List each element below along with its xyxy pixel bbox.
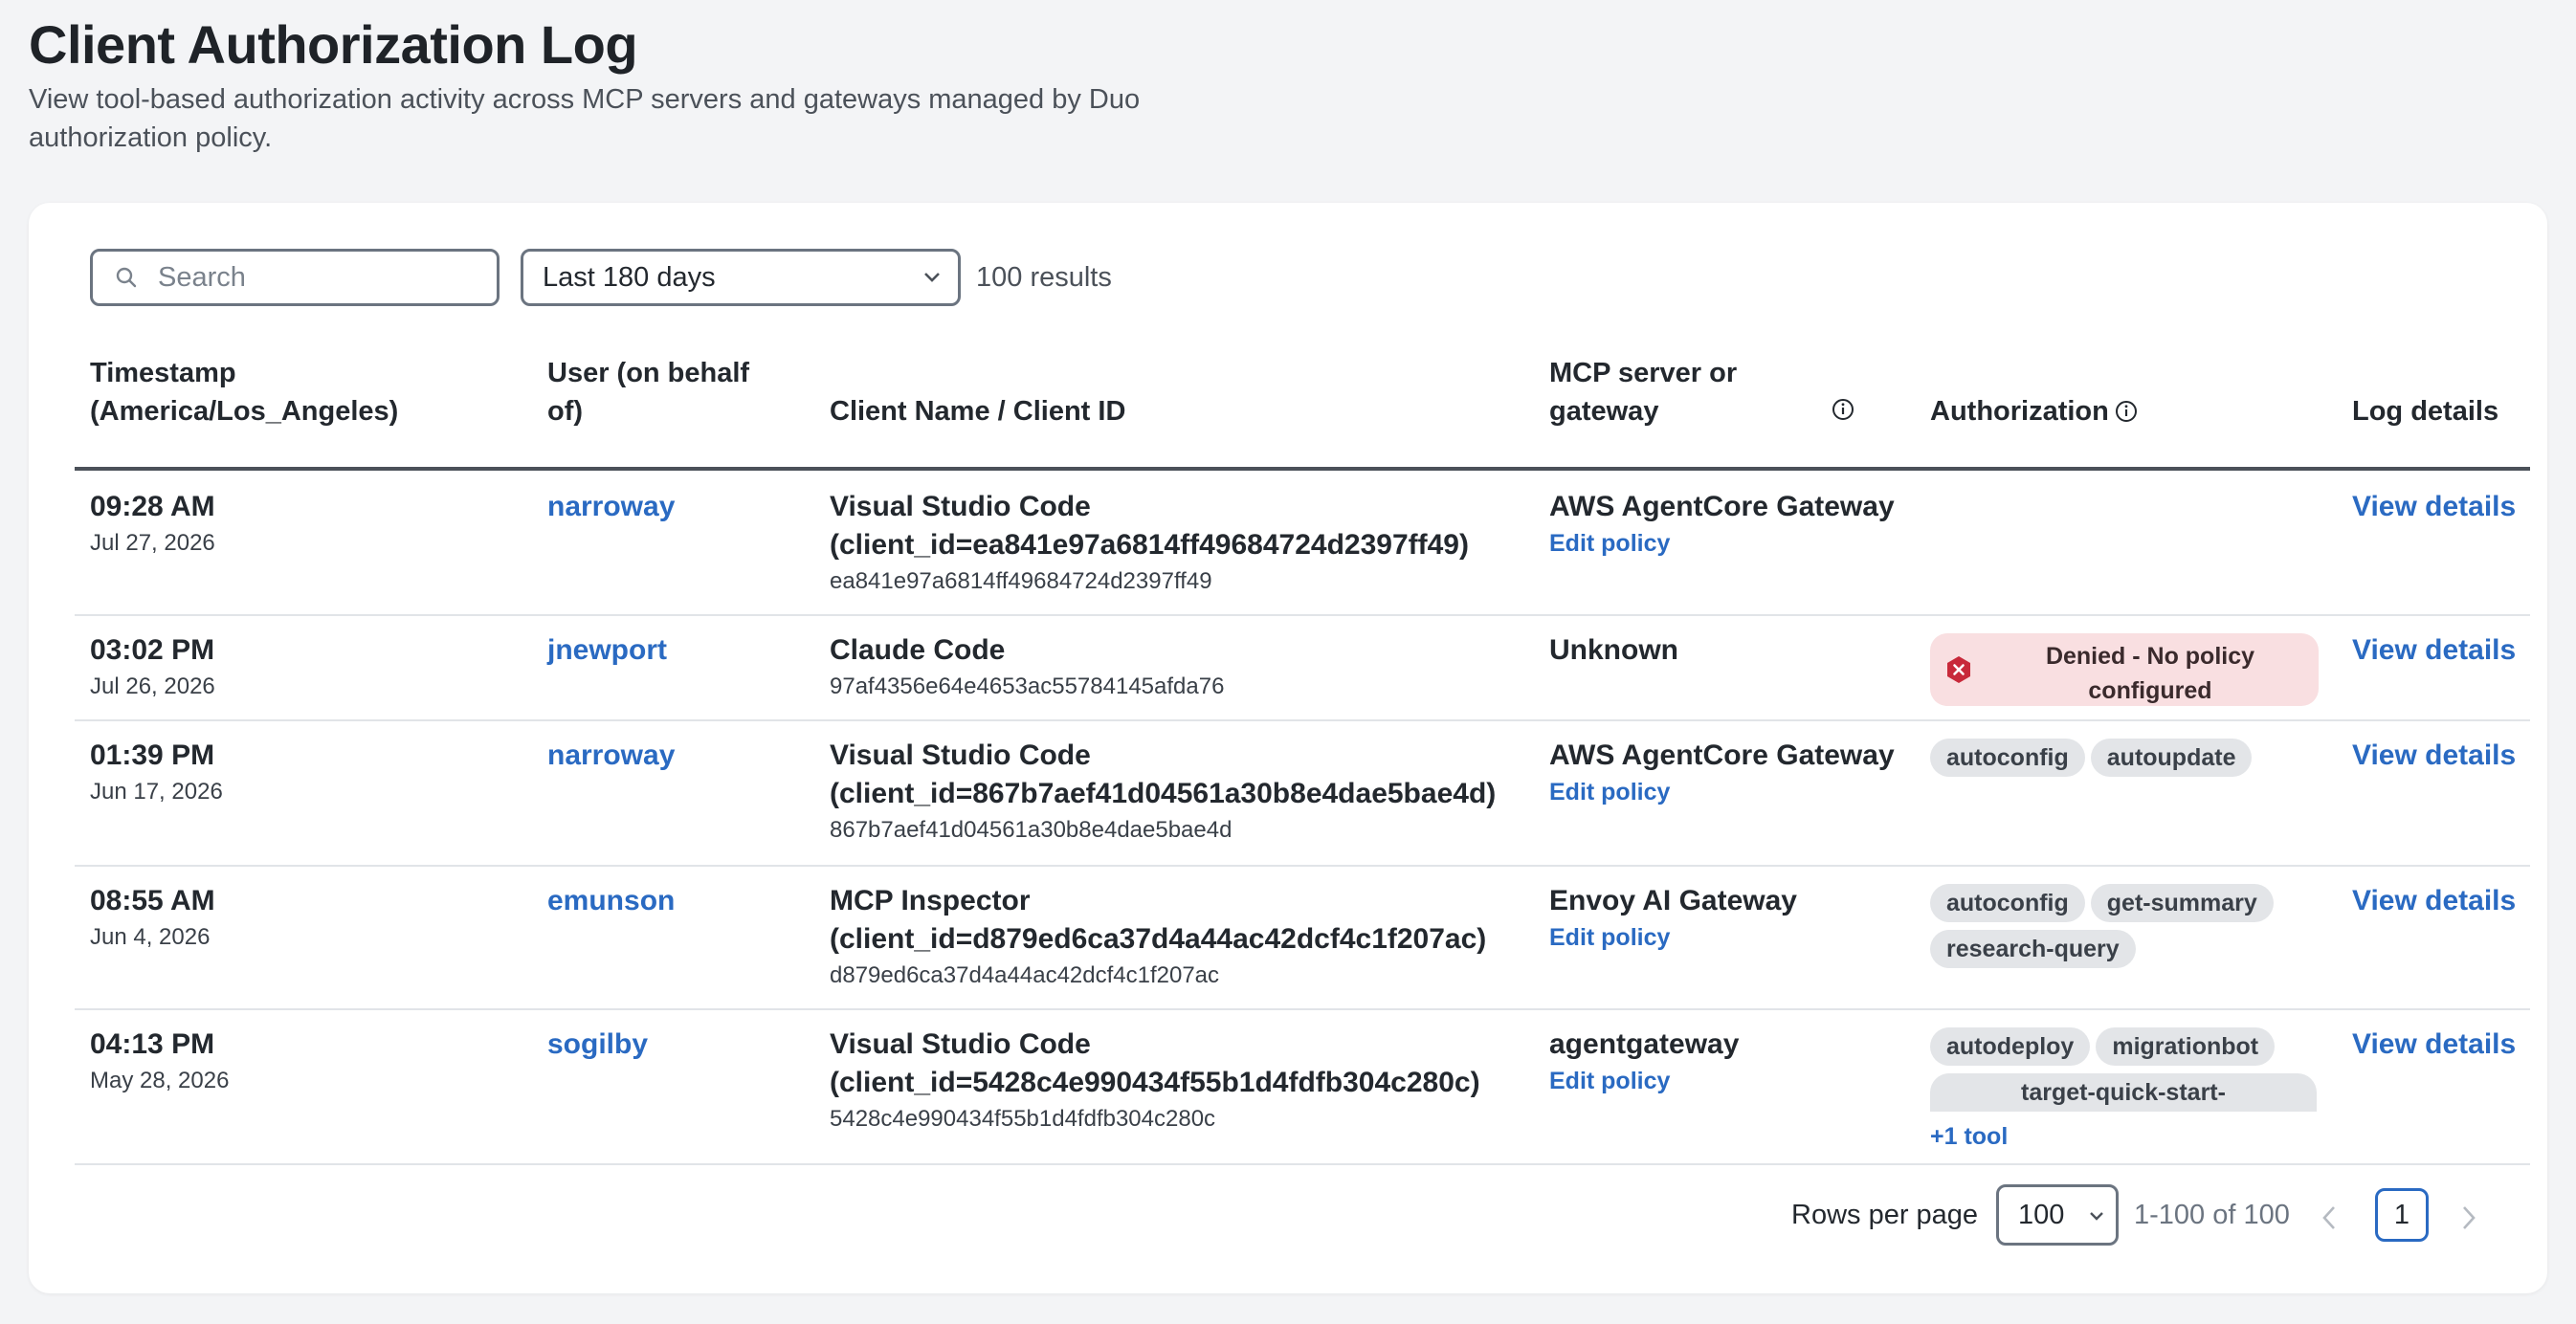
tool-tag: migrationbot [2096, 1027, 2276, 1066]
more-tools-link[interactable]: +1 tool [1930, 1119, 2332, 1154]
header-server[interactable]: MCP server or gateway [1549, 354, 1798, 430]
client-id-label: (client_id=ea841e97a6814ff49684724d2397f… [830, 529, 1469, 561]
client-name: Visual Studio Code [830, 1028, 1091, 1060]
row-time: 04:13 PM [90, 1028, 215, 1060]
info-icon[interactable] [1832, 398, 1854, 421]
tool-tag: autoupdate [2090, 739, 2253, 777]
header-authorization[interactable]: Authorization [1930, 392, 2109, 430]
client-id-label: (client_id=5428c4e990434f55b1d4fdfb304c2… [830, 1067, 1480, 1098]
log-card: Last 180 days 100 results Timestamp (Ame… [29, 203, 2547, 1293]
table-header: Timestamp (America/Los_Angeles) User (on… [75, 346, 2530, 471]
view-details-link[interactable]: View details [2352, 1026, 2516, 1064]
rows-per-page-value: 100 [2018, 1200, 2065, 1230]
table-row: 04:13 PM May 28, 2026 sogilby Visual Stu… [75, 1010, 2530, 1165]
tool-tags: autoconfig autoupdate [1930, 739, 2332, 784]
row-date: Jun 4, 2026 [90, 924, 211, 950]
client-id: ea841e97a6814ff49684724d2397ff49 [830, 568, 1212, 594]
user-link[interactable]: emunson [547, 882, 675, 920]
client-name: Claude Code [830, 634, 1006, 666]
tool-tag: autoconfig [1930, 884, 2085, 922]
page: Client Authorization Log View tool-based… [0, 0, 2576, 1324]
header-log-details: Log details [2352, 396, 2499, 427]
tool-tag: research-query [1930, 930, 2136, 968]
view-details-link[interactable]: View details [2352, 737, 2516, 775]
client-name: Visual Studio Code [830, 491, 1091, 522]
server-name: Envoy AI Gateway [1549, 885, 1797, 916]
edit-policy-link[interactable]: Edit policy [1549, 526, 1895, 561]
status-text: Denied - No policy configured [2045, 643, 2255, 704]
server-name: agentgateway [1549, 1028, 1740, 1060]
user-link[interactable]: jnewport [547, 631, 667, 670]
edit-policy-link[interactable]: Edit policy [1549, 920, 1797, 955]
chevron-right-icon[interactable] [2459, 1203, 2478, 1232]
table-row: 03:02 PM Jul 26, 2026 jnewport Claude Co… [75, 616, 2530, 721]
server-name: Unknown [1549, 634, 1678, 666]
search-box[interactable] [90, 249, 500, 306]
row-time: 09:28 AM [90, 491, 215, 522]
row-date: May 28, 2026 [90, 1068, 230, 1093]
row-time: 01:39 PM [90, 739, 215, 771]
date-range-value: Last 180 days [543, 261, 716, 293]
client-id-label: (client_id=d879ed6ca37d4a44ac42dcf4c1f20… [830, 923, 1487, 955]
pagination-range: 1-100 of 100 [2134, 1200, 2290, 1230]
header-timestamp[interactable]: Timestamp (America/Los_Angeles) [90, 354, 492, 430]
row-date: Jul 27, 2026 [90, 530, 215, 556]
view-details-link[interactable]: View details [2352, 631, 2516, 670]
user-link[interactable]: narroway [547, 488, 675, 526]
client-id: 5428c4e990434f55b1d4fdfb304c280c [830, 1106, 1216, 1132]
server-name: AWS AgentCore Gateway [1549, 739, 1895, 771]
row-time: 08:55 AM [90, 885, 215, 916]
row-date: Jun 17, 2026 [90, 779, 223, 805]
server-name: AWS AgentCore Gateway [1549, 491, 1895, 522]
user-link[interactable]: narroway [547, 737, 675, 775]
header-user[interactable]: User (on behalf of) [547, 354, 767, 430]
info-icon[interactable] [2115, 400, 2138, 423]
chevron-left-icon[interactable] [2320, 1203, 2339, 1232]
search-icon [116, 267, 137, 288]
chevron-down-icon [2090, 1212, 2103, 1221]
tool-tag: autodeploy [1930, 1027, 2091, 1066]
client-id: d879ed6ca37d4a44ac42dcf4c1f207ac [830, 962, 1220, 988]
row-time: 03:02 PM [90, 634, 215, 666]
client-id: 97af4356e64e4653ac55784145afda76 [830, 673, 1225, 699]
view-details-link[interactable]: View details [2352, 882, 2516, 920]
header-client[interactable]: Client Name / Client ID [830, 392, 1308, 430]
results-count: 100 results [976, 262, 1112, 293]
chevron-down-icon [924, 273, 940, 282]
edit-policy-link[interactable]: Edit policy [1549, 775, 1895, 809]
error-hexagon-icon [1947, 656, 1970, 683]
page-number-button[interactable]: 1 [2375, 1188, 2429, 1242]
client-name: MCP Inspector [830, 885, 1031, 916]
client-id: 867b7aef41d04561a30b8e4dae5bae4d [830, 817, 1232, 843]
tool-tags: autodeploy migrationbot target-quick-star… [1930, 1027, 2332, 1154]
date-range-select[interactable]: Last 180 days [521, 249, 961, 306]
rows-per-page-select[interactable]: 100 [1996, 1184, 2119, 1246]
table-row: 08:55 AM Jun 4, 2026 emunson MCP Inspect… [75, 867, 2530, 1010]
view-details-link[interactable]: View details [2352, 488, 2516, 526]
table-row: 09:28 AM Jul 27, 2026 narroway Visual St… [75, 471, 2530, 616]
client-id-label: (client_id=867b7aef41d04561a30b8e4dae5ba… [830, 778, 1497, 809]
tool-tag: autoconfig [1930, 739, 2085, 777]
rows-per-page-label: Rows per page [1791, 1200, 1979, 1230]
user-link[interactable]: sogilby [547, 1026, 648, 1064]
client-name: Visual Studio Code [830, 739, 1091, 771]
tool-tags: autoconfig get-summary research-query [1930, 884, 2332, 976]
row-date: Jul 26, 2026 [90, 673, 215, 699]
tool-tag: target-quick-start- [1930, 1073, 2317, 1112]
edit-policy-link[interactable]: Edit policy [1549, 1064, 1739, 1098]
status-badge: Denied - No policy configured [1930, 633, 2319, 706]
search-input[interactable] [156, 260, 447, 295]
tool-tag: get-summary [2090, 884, 2274, 922]
table-row: 01:39 PM Jun 17, 2026 narroway Visual St… [75, 721, 2530, 867]
page-subtitle: View tool-based authorization activity a… [29, 84, 1141, 153]
page-title: Client Authorization Log [29, 14, 638, 75]
